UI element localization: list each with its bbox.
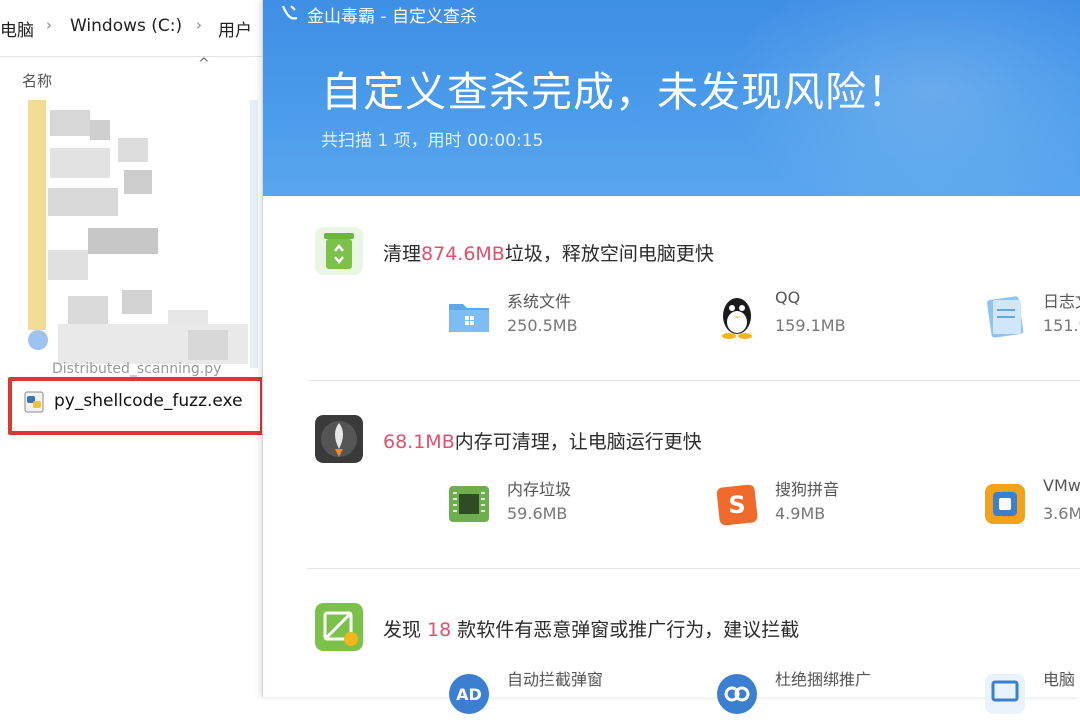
vmware-icon <box>985 484 1025 524</box>
recycle-bin-icon <box>315 227 363 275</box>
scan-result-headline: 自定义查杀完成，未发现风险！ <box>321 68 909 116</box>
file-explorer-pane: 电脑 › Windows (C:) › 用户 ^ 名称 Distributed_… <box>0 0 264 697</box>
item-name: 日志文 <box>1043 292 1080 311</box>
qq-penguin-icon <box>722 298 752 339</box>
item-size: 151.9 <box>1043 316 1080 335</box>
popup-item-auto-block[interactable]: AD 自动拦截弹窗 <box>445 666 705 726</box>
memory-item-vmware[interactable]: VMw 3.6M <box>981 476 1080 536</box>
column-header-name[interactable]: 名称 <box>22 70 52 91</box>
blurred-file-list <box>28 100 258 368</box>
breadcrumb-this-pc[interactable]: 电脑 <box>0 16 34 41</box>
section-divider <box>307 380 1080 381</box>
sogou-icon: S <box>716 484 758 526</box>
popup-title: 发现 18 款软件有恶意弹窗或推广行为，建议拦截 <box>383 619 800 641</box>
breadcrumb-users[interactable]: 用户 <box>218 16 252 41</box>
breadcrumb-separator-icon: › <box>46 16 52 34</box>
item-name: 电脑 <box>1043 670 1076 689</box>
popup-block-icon <box>315 603 363 651</box>
memory-title: 68.1MB内存可清理，让电脑运行更快 <box>383 431 702 453</box>
memory-item-junk[interactable]: 内存垃圾 59.6MB <box>445 476 705 536</box>
item-size: 4.9MB <box>775 504 826 523</box>
svg-text:AD: AD <box>456 685 482 704</box>
breadcrumb-separator-icon: › <box>196 16 202 34</box>
result-banner: 金山毒霸 - 自定义查杀 自定义查杀完成，未发现风险！ 共扫描 1 项，用时 0… <box>263 0 1080 196</box>
duba-scan-result-window: 金山毒霸 - 自定义查杀 自定义查杀完成，未发现风险！ 共扫描 1 项，用时 0… <box>262 0 1080 714</box>
monitor-icon <box>985 674 1025 714</box>
app-title: 金山毒霸 - 自定义查杀 <box>307 7 477 27</box>
item-name: 自动拦截弹窗 <box>507 670 604 689</box>
cleanup-item-logs[interactable]: 日志文 151.9 <box>981 288 1080 348</box>
popup-item-pc[interactable]: 电脑 <box>981 666 1080 726</box>
item-name: 搜狗拼音 <box>775 480 840 499</box>
folder-icon <box>449 304 489 332</box>
ad-block-icon: AD <box>449 674 489 714</box>
cleanup-title: 清理874.6MB垃圾，释放空间电脑更快 <box>383 243 714 265</box>
svg-text:S: S <box>728 491 745 519</box>
file-name: py_shellcode_fuzz.exe <box>54 391 243 411</box>
address-bar[interactable]: 电脑 › Windows (C:) › 用户 <box>0 0 262 57</box>
scan-summary: 共扫描 1 项，用时 00:00:15 <box>321 131 544 151</box>
item-name: 杜绝捆绑推广 <box>775 670 872 689</box>
rocket-icon <box>315 415 363 463</box>
item-name: QQ <box>775 288 801 307</box>
item-size: 250.5MB <box>507 316 578 335</box>
memory-item-sogou[interactable]: S 搜狗拼音 4.9MB <box>713 476 973 536</box>
item-name: VMw <box>1043 476 1080 495</box>
popup-item-bundle-block[interactable]: 杜绝捆绑推广 <box>713 666 973 726</box>
duba-logo-icon <box>281 5 298 20</box>
partial-file-row[interactable]: Distributed_scanning.py <box>52 361 221 377</box>
cleanup-item-system-files[interactable]: 系统文件 250.5MB <box>445 288 705 348</box>
item-name: 内存垃圾 <box>507 480 572 499</box>
sort-ascending-icon[interactable]: ^ <box>198 56 210 72</box>
item-name: 系统文件 <box>507 292 572 311</box>
log-notebook-icon <box>987 296 1024 338</box>
item-size: 159.1MB <box>775 316 846 335</box>
memory-chip-icon <box>449 486 489 522</box>
item-size: 3.6M <box>1043 504 1080 523</box>
item-size: 59.6MB <box>507 504 568 523</box>
section-divider <box>307 568 1080 569</box>
breadcrumb-windows-c[interactable]: Windows (C:) <box>70 16 182 36</box>
python-exe-icon <box>24 391 44 413</box>
cleanup-item-qq[interactable]: QQ 159.1MB <box>713 288 973 348</box>
link-block-icon <box>717 674 757 714</box>
